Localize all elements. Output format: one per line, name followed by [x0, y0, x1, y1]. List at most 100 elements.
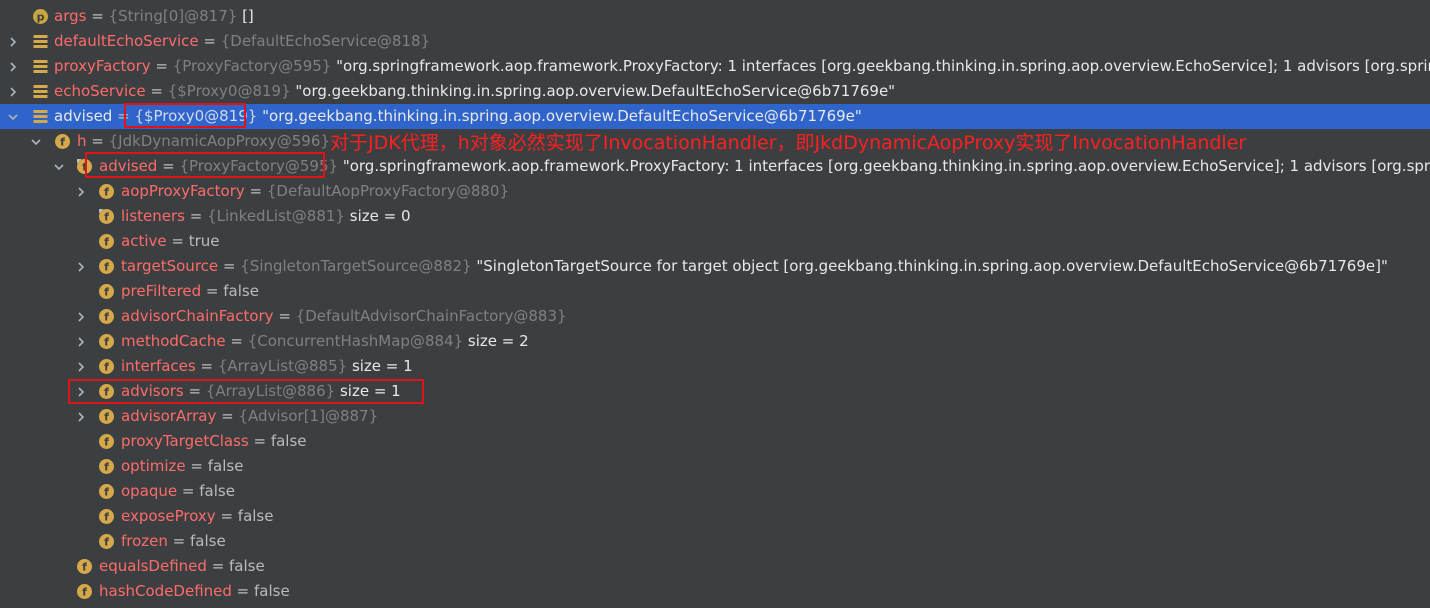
variable-name: advisorChainFactory: [121, 307, 274, 325]
variable-content: defaultEchoService = {DefaultEchoService…: [54, 29, 430, 54]
variable-row-interfaces[interactable]: f interfaces = {ArrayList@885} size = 1: [0, 354, 1430, 379]
variable-row-frozen[interactable]: f frozen = false: [0, 529, 1430, 554]
svg-text:f: f: [82, 561, 87, 574]
svg-text:f: f: [82, 161, 87, 174]
field-icon: f: [98, 283, 115, 300]
equals-sign: =: [198, 32, 221, 50]
variable-type-ref: {ProxyFactory@595}: [172, 57, 332, 75]
variable-value: false: [199, 482, 235, 500]
svg-text:f: f: [104, 536, 109, 549]
variable-content: advised = {$Proxy0@819} "org.geekbang.th…: [54, 104, 862, 129]
variable-name: echoService: [54, 82, 146, 100]
chevron-down-icon[interactable]: [6, 104, 20, 129]
variable-value: false: [254, 582, 290, 600]
variable-value: size = 1: [339, 382, 401, 400]
field-icon: f: [98, 308, 115, 325]
variable-row-optimize[interactable]: f optimize = false: [0, 454, 1430, 479]
variable-row-listeners[interactable]: f listeners = {LinkedList@881} size = 0: [0, 204, 1430, 229]
variable-type-ref: {DefaultAopProxyFactory@880}: [266, 182, 509, 200]
variable-type-ref: {ProxyFactory@595}: [179, 157, 339, 175]
variable-row-methodCache[interactable]: f methodCache = {ConcurrentHashMap@884} s…: [0, 329, 1430, 354]
variable-content: proxyTargetClass = false: [121, 429, 307, 454]
local-variable-icon: [32, 83, 49, 100]
variable-value: false: [223, 282, 259, 300]
variable-value: "org.geekbang.thinking.in.spring.aop.ove…: [295, 82, 896, 100]
equals-sign: =: [273, 307, 296, 325]
variable-name: proxyFactory: [54, 57, 151, 75]
variable-row-preFiltered[interactable]: f preFiltered = false: [0, 279, 1430, 304]
chevron-right-icon[interactable]: [74, 379, 88, 404]
variable-content: optimize = false: [121, 454, 243, 479]
variable-name: defaultEchoService: [54, 32, 199, 50]
variable-row-advisorChainFactory[interactable]: f advisorChainFactory = {DefaultAdvisorCh…: [0, 304, 1430, 329]
variable-content: exposeProxy = false: [121, 504, 273, 529]
variable-value: "org.springframework.aop.framework.Proxy…: [336, 57, 1430, 75]
variable-row-advisors[interactable]: f advisors = {ArrayList@886} size = 1: [0, 379, 1430, 404]
svg-text:f: f: [104, 186, 109, 199]
variable-name: advisors: [121, 382, 184, 400]
equals-sign: =: [218, 257, 241, 275]
variable-type-ref: {ArrayList@885}: [217, 357, 348, 375]
chevron-down-icon[interactable]: [29, 129, 43, 154]
equals-sign: =: [112, 107, 135, 125]
variable-type-ref: {SingletonTargetSource@882}: [240, 257, 472, 275]
variable-row-aopProxyFactory[interactable]: f aopProxyFactory = {DefaultAopProxyFacto…: [0, 179, 1430, 204]
variable-name: preFiltered: [121, 282, 202, 300]
variable-content: opaque = false: [121, 479, 235, 504]
equals-sign: =: [86, 132, 109, 150]
svg-text:f: f: [104, 211, 109, 224]
chevron-right-icon[interactable]: [74, 329, 88, 354]
variable-name: opaque: [121, 482, 178, 500]
field-icon: f: [98, 258, 115, 275]
svg-text:f: f: [104, 486, 109, 499]
field-icon: f: [98, 333, 115, 350]
variable-row-echoService[interactable]: echoService = {$Proxy0@819} "org.geekban…: [0, 79, 1430, 104]
equals-sign: =: [145, 82, 168, 100]
equals-sign: =: [185, 457, 208, 475]
variable-content: preFiltered = false: [121, 279, 259, 304]
variable-row-hashCodeDefined[interactable]: f hashCodeDefined = false: [0, 579, 1430, 604]
equals-sign: =: [195, 357, 218, 375]
variable-row-equalsDefined[interactable]: f equalsDefined = false: [0, 554, 1430, 579]
variable-row-args[interactable]: p args = {String[0]@817} []: [0, 4, 1430, 29]
field-icon: f: [54, 133, 71, 150]
chevron-right-icon[interactable]: [6, 79, 20, 104]
chevron-right-icon[interactable]: [74, 304, 88, 329]
variable-content: methodCache = {ConcurrentHashMap@884} si…: [121, 329, 529, 354]
final-field-icon: f: [98, 208, 115, 225]
variable-row-targetSource[interactable]: f targetSource = {SingletonTargetSource@8…: [0, 254, 1430, 279]
chevron-right-icon[interactable]: [74, 254, 88, 279]
chevron-down-icon[interactable]: [52, 154, 66, 179]
chevron-right-icon[interactable]: [6, 54, 20, 79]
chevron-right-icon[interactable]: [6, 29, 20, 54]
variable-type-ref: {JdkDynamicAopProxy@596}: [108, 132, 330, 150]
variable-content: aopProxyFactory = {DefaultAopProxyFactor…: [121, 179, 509, 204]
variable-row-exposeProxy[interactable]: f exposeProxy = false: [0, 504, 1430, 529]
variable-type-ref: {ConcurrentHashMap@884}: [247, 332, 464, 350]
variable-name: advised: [54, 107, 113, 125]
chevron-right-icon[interactable]: [74, 179, 88, 204]
variable-name: advised: [99, 157, 158, 175]
variable-row-opaque[interactable]: f opaque = false: [0, 479, 1430, 504]
variable-row-advisorArray[interactable]: f advisorArray = {Advisor[1]@887}: [0, 404, 1430, 429]
variable-row-proxyFactory[interactable]: proxyFactory = {ProxyFactory@595} "org.s…: [0, 54, 1430, 79]
variable-row-advised[interactable]: advised = {$Proxy0@819} "org.geekbang.th…: [0, 104, 1430, 129]
field-icon: f: [98, 458, 115, 475]
variable-content: echoService = {$Proxy0@819} "org.geekban…: [54, 79, 895, 104]
chevron-right-icon[interactable]: [74, 354, 88, 379]
svg-text:f: f: [60, 136, 65, 149]
variable-name: aopProxyFactory: [121, 182, 245, 200]
variable-row-proxyTargetClass[interactable]: f proxyTargetClass = false: [0, 429, 1430, 454]
variable-value: true: [188, 232, 220, 250]
variable-name: active: [121, 232, 167, 250]
variable-row-active[interactable]: f active = true: [0, 229, 1430, 254]
final-field-icon: f: [76, 158, 93, 175]
chevron-right-icon[interactable]: [74, 404, 88, 429]
variable-content: advisorChainFactory = {DefaultAdvisorCha…: [121, 304, 567, 329]
variable-row-defaultEchoService[interactable]: defaultEchoService = {DefaultEchoService…: [0, 29, 1430, 54]
equals-sign: =: [150, 57, 173, 75]
svg-text:f: f: [104, 286, 109, 299]
equals-sign: =: [183, 382, 206, 400]
variable-row-advised[interactable]: f advised = {ProxyFactory@595} "org.sprin…: [0, 154, 1430, 179]
variable-name: advisorArray: [121, 407, 217, 425]
